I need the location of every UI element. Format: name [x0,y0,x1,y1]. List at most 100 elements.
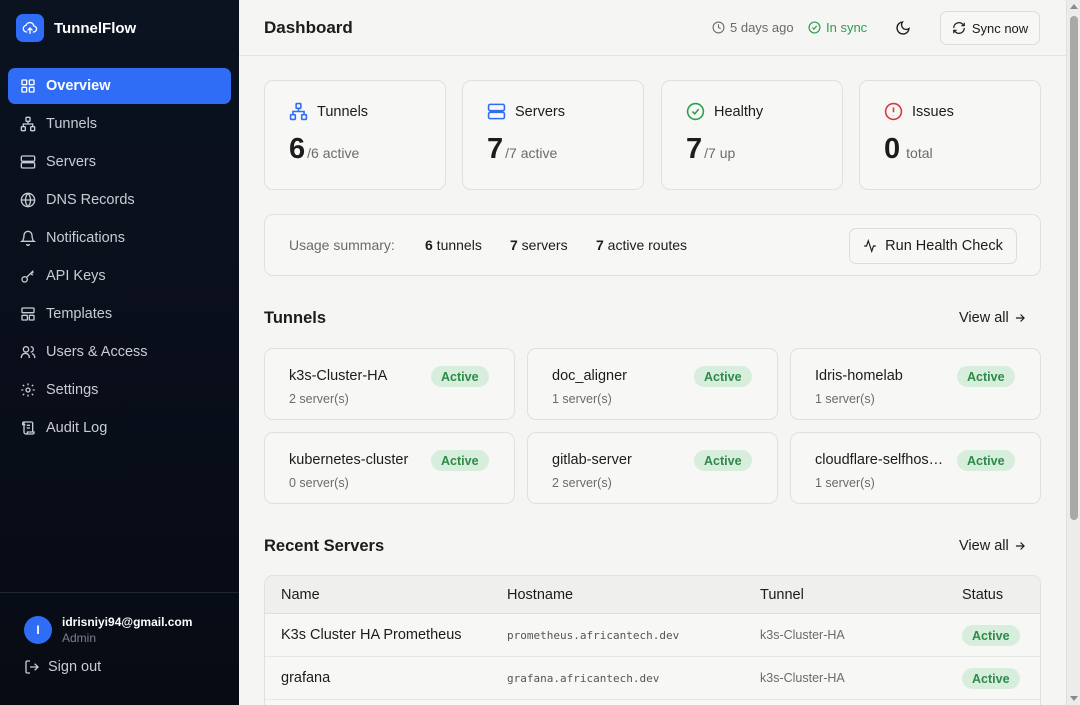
tunnel-server-count: 2 server(s) [289,392,349,406]
server-hostname: grafana.africantech.dev [507,672,660,685]
sidebar-footer: I idrisniyi94@gmail.com Admin Sign out [0,592,239,705]
sync-status: In sync [808,20,867,35]
tunnel-card[interactable]: cloudflare-selfhosted 1 server(s) Active [790,432,1041,504]
scroll-down-arrow-icon[interactable] [1070,696,1078,701]
server-hostname: prometheus.africantech.dev [507,629,680,642]
moon-icon [896,21,910,35]
servers-view-all-link[interactable]: View all [959,538,1027,554]
user-profile[interactable]: I idrisniyi94@gmail.com Admin [0,593,239,645]
sign-out-label: Sign out [48,659,102,675]
usage-routes: 7 active routes [596,237,687,253]
status-badge: Active [694,366,752,387]
status-badge: Active [957,450,1015,471]
users-icon [20,344,36,360]
sidebar-item-label: Servers [46,154,96,170]
tunnel-card[interactable]: kubernetes-cluster 0 server(s) Active [264,432,515,504]
sidebar-item-users-access[interactable]: Users & Access [8,334,231,370]
status-badge: Active [962,625,1020,646]
tunnel-name: doc_aligner [552,368,627,384]
sign-out-button[interactable]: Sign out [0,645,239,675]
run-health-check-button[interactable]: Run Health Check [849,228,1017,264]
tunnel-name: kubernetes-cluster [289,452,409,468]
tunnel-name: Idris-homelab [815,368,903,384]
status-badge: Active [962,668,1020,689]
main-content: Dashboard 5 days ago In sync Sync now Tu… [239,0,1066,705]
table-row[interactable]: grafana grafana.africantech.dev k3s-Clus… [265,657,1040,700]
usage-servers: 7 servers [510,237,568,253]
sync-status-label: In sync [826,20,868,35]
tunnels-section-title: Tunnels [264,309,327,327]
tunnel-card[interactable]: Idris-homelab 1 server(s) Active [790,348,1041,420]
sidebar-item-notifications[interactable]: Notifications [8,220,231,256]
tunnel-name: k3s-Cluster-HA [289,368,388,384]
view-all-label: View all [959,310,1009,326]
column-header-name: Name [281,587,320,603]
stat-card-issues: Issues 0 total [859,80,1041,190]
usage-tunnels-label: tunnels [432,237,482,253]
last-sync-time: 5 days ago [712,20,794,35]
bell-icon [20,230,36,246]
usage-routes-label: active routes [603,237,688,253]
column-header-status: Status [962,587,1004,603]
usage-label: Usage summary: [289,237,395,253]
tunnels-view-all-link[interactable]: View all [959,310,1027,326]
tunnel-card[interactable]: doc_aligner 1 server(s) Active [527,348,778,420]
tunnel-server-count: 1 server(s) [815,392,875,406]
server-icon [487,102,506,121]
sidebar-item-templates[interactable]: Templates [8,296,231,332]
stat-sub: /7 active [505,145,558,161]
check-circle-icon [686,102,705,121]
sidebar-item-servers[interactable]: Servers [8,144,231,180]
theme-toggle-button[interactable] [894,19,912,37]
sidebar: TunnelFlow Overview Tunnels Servers DNS … [0,0,239,705]
sidebar-item-audit-log[interactable]: Audit Log [8,410,231,446]
table-header: Name Hostname Tunnel Status [265,576,1040,614]
usage-servers-label: servers [517,237,568,253]
view-all-label: View all [959,538,1009,554]
vertical-scrollbar[interactable] [1066,0,1080,705]
sync-now-button[interactable]: Sync now [940,11,1040,45]
sidebar-item-label: Settings [46,382,99,398]
server-name: K3s Cluster HA Prometheus [281,627,462,643]
globe-icon [20,192,36,208]
tunnel-server-count: 1 server(s) [552,392,612,406]
scrollbar-thumb[interactable] [1070,16,1078,520]
status-badge: Active [694,450,752,471]
network-icon [289,102,308,121]
refresh-icon [952,21,966,35]
sidebar-item-dns-records[interactable]: DNS Records [8,182,231,218]
server-tunnel: k3s-Cluster-HA [760,671,845,685]
sidebar-nav: Overview Tunnels Servers DNS Records Not… [0,56,239,446]
stat-card-servers: Servers 7 /7 active [462,80,644,190]
avatar: I [24,616,52,644]
scroll-icon [20,420,36,436]
scroll-up-arrow-icon[interactable] [1070,4,1078,9]
tunnel-card[interactable]: gitlab-server 2 server(s) Active [527,432,778,504]
app-name: TunnelFlow [54,19,137,37]
tunnel-name: cloudflare-selfhosted [815,452,947,468]
stat-sub: total [906,145,933,161]
sidebar-item-label: Templates [46,306,113,322]
brand[interactable]: TunnelFlow [0,0,239,56]
sidebar-item-overview[interactable]: Overview [8,68,231,104]
server-name: grafana [281,670,331,686]
last-sync-label: 5 days ago [730,20,794,35]
arrow-right-icon [1013,311,1027,325]
cloud-upload-icon [16,14,44,42]
sidebar-item-settings[interactable]: Settings [8,372,231,408]
stat-value: 0 [884,133,901,165]
column-header-hostname: Hostname [507,587,574,603]
run-health-check-label: Run Health Check [885,238,1003,254]
user-role: Admin [62,631,97,645]
usage-summary: Usage summary: 6 tunnels 7 servers 7 act… [264,214,1041,276]
stat-sub: /7 up [704,145,736,161]
layout-icon [20,306,36,322]
table-row[interactable]: K3s Cluster HA Prometheus prometheus.afr… [265,614,1040,657]
sidebar-item-api-keys[interactable]: API Keys [8,258,231,294]
sidebar-item-tunnels[interactable]: Tunnels [8,106,231,142]
tunnel-card[interactable]: k3s-Cluster-HA 2 server(s) Active [264,348,515,420]
stat-label: Servers [515,103,565,120]
sidebar-item-label: Notifications [46,230,125,246]
stat-card-tunnels: Tunnels 6 /6 active [264,80,446,190]
activity-icon [863,239,877,253]
